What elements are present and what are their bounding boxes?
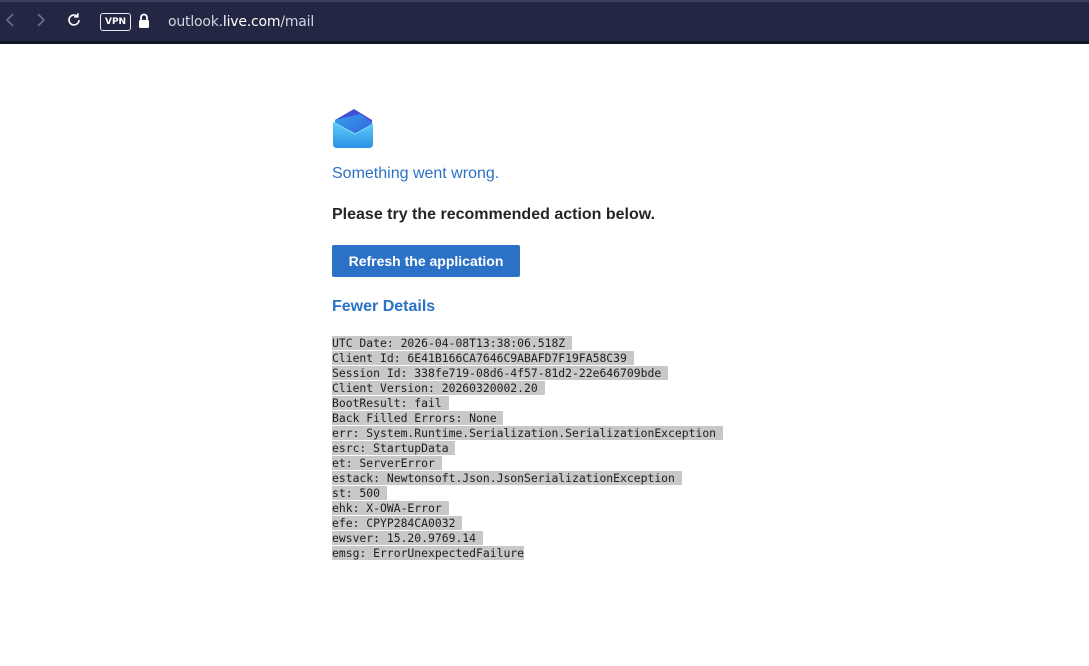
lock-icon[interactable] — [138, 13, 152, 31]
detail-line: et: ServerError — [332, 456, 442, 470]
refresh-application-button[interactable]: Refresh the application — [332, 245, 520, 277]
detail-line: estack: Newtonsoft.Json.JsonSerializatio… — [332, 471, 682, 485]
error-title: Something went wrong. — [332, 165, 500, 182]
url-path: /mail — [280, 14, 315, 30]
detail-line: Session Id: 338fe719-08d6-4f57-81d2-22e6… — [332, 366, 669, 380]
reload-button[interactable] — [64, 12, 84, 32]
detail-line: Client Id: 6E41B166CA7646C9ABAFD7F19FA58… — [332, 351, 634, 365]
detail-line: ehk: X-OWA-Error — [332, 501, 449, 515]
detail-line: esrc: StartupData — [332, 441, 456, 455]
error-subtitle: Please try the recommended action below. — [332, 206, 656, 223]
detail-line: emsg: ErrorUnexpectedFailure — [332, 546, 525, 560]
detail-line: Back Filled Errors: None — [332, 411, 504, 425]
outlook-logo-icon — [332, 106, 374, 148]
browser-toolbar: VPN outlook.live.com/mail — [0, 0, 1089, 44]
detail-line: st: 500 — [332, 486, 387, 500]
detail-line: BootResult: fail — [332, 396, 449, 410]
detail-line: UTC Date: 2026-04-08T13:38:06.518Z — [332, 336, 573, 350]
back-button[interactable] — [0, 12, 20, 32]
detail-line: efe: CPYP284CA0032 — [332, 516, 463, 530]
chevron-left-icon — [4, 12, 16, 32]
detail-line: ewsver: 15.20.9769.14 — [332, 531, 483, 545]
fewer-details-link[interactable]: Fewer Details — [332, 298, 435, 316]
error-details: UTC Date: 2026-04-08T13:38:06.518Z Clien… — [332, 336, 723, 561]
detail-line: Client Version: 20260320002.20 — [332, 381, 545, 395]
address-bar[interactable]: outlook.live.com/mail — [168, 14, 314, 30]
url-host: live.com — [222, 14, 281, 30]
vpn-badge[interactable]: VPN — [100, 13, 132, 31]
detail-line: err: System.Runtime.Serialization.Serial… — [332, 426, 723, 440]
forward-button[interactable] — [31, 12, 51, 32]
url-prefix: outlook. — [168, 14, 223, 30]
chevron-right-icon — [35, 12, 47, 32]
reload-icon — [66, 12, 82, 33]
